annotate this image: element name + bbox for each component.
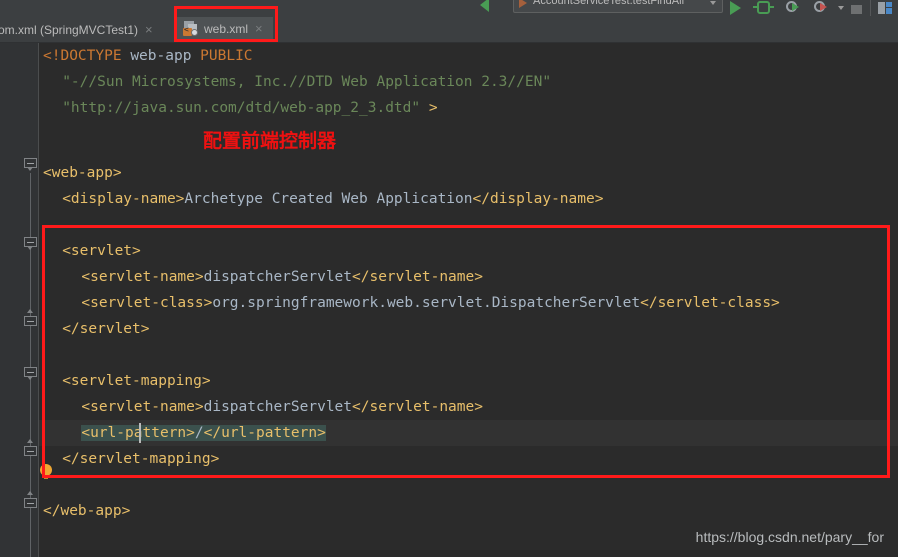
fold-collapse-icon[interactable] bbox=[24, 491, 37, 508]
editor-gutter[interactable] bbox=[0, 43, 38, 557]
code-token: </servlet> bbox=[62, 321, 150, 337]
code-line-text: <servlet-mapping> bbox=[39, 373, 211, 389]
code-line-text: <servlet> bbox=[39, 243, 141, 259]
code-line[interactable]: <servlet-name>dispatcherServlet</servlet… bbox=[39, 264, 898, 290]
code-token: </servlet-class> bbox=[640, 295, 780, 311]
code-token: <!DOCTYPE bbox=[43, 48, 131, 64]
code-line[interactable]: <!DOCTYPE web-app PUBLIC bbox=[39, 43, 898, 69]
code-line[interactable]: <web-app> bbox=[39, 160, 898, 186]
code-token: <servlet> bbox=[62, 243, 141, 259]
code-token: <servlet-name> bbox=[81, 269, 204, 285]
code-token: <web-app> bbox=[43, 165, 122, 181]
code-token: / bbox=[194, 425, 204, 441]
fold-collapse-icon[interactable] bbox=[24, 439, 37, 456]
code-token: dispatcherServlet bbox=[203, 269, 353, 285]
code-token: </servlet-mapping> bbox=[62, 451, 220, 467]
chevron-down-icon[interactable] bbox=[838, 6, 844, 10]
code-token: dispatcherServlet bbox=[203, 399, 353, 415]
code-token: "-//Sun Microsystems, Inc.//DTD Web Appl… bbox=[62, 74, 552, 90]
code-line[interactable]: <servlet-class>org.springframework.web.s… bbox=[39, 290, 898, 316]
code-line-text: <!DOCTYPE web-app PUBLIC bbox=[39, 48, 253, 64]
code-token: </display-name> bbox=[472, 191, 604, 207]
code-line[interactable]: <servlet-name>dispatcherServlet</servlet… bbox=[39, 394, 898, 420]
code-token: <servlet-name> bbox=[81, 399, 204, 415]
code-line[interactable]: </servlet> bbox=[39, 316, 898, 342]
code-token: <servlet-mapping> bbox=[62, 373, 211, 389]
editor-tab-bar: om.xml (SpringMVCTest1) × web.xml × bbox=[0, 17, 898, 43]
code-token: </servlet-name> bbox=[352, 269, 483, 285]
text-caret bbox=[139, 423, 141, 443]
code-line-text: <servlet-name>dispatcherServlet</servlet… bbox=[39, 269, 483, 285]
main-toolbar: AccountServiceTest.testFindAll bbox=[0, 0, 898, 18]
annotation-note-chinese: 配置前端控制器 bbox=[203, 130, 337, 152]
tab-pom-xml-label: om.xml (SpringMVCTest1) bbox=[0, 22, 139, 37]
code-line[interactable]: "-//Sun Microsystems, Inc.//DTD Web Appl… bbox=[39, 69, 898, 95]
code-token: </servlet-name> bbox=[352, 399, 483, 415]
code-line[interactable]: "http://java.sun.com/dtd/web-app_2_3.dtd… bbox=[39, 95, 898, 121]
code-token: web-app bbox=[130, 48, 201, 64]
code-line-text: <web-app> bbox=[39, 165, 122, 181]
code-line-text: <display-name>Archetype Created Web Appl… bbox=[39, 191, 603, 207]
code-line[interactable]: <servlet-mapping> bbox=[39, 368, 898, 394]
close-icon[interactable]: × bbox=[145, 23, 153, 36]
fold-collapse-icon[interactable] bbox=[24, 237, 37, 250]
layout-icon[interactable] bbox=[878, 2, 892, 14]
tab-pom-xml[interactable]: om.xml (SpringMVCTest1) × bbox=[0, 17, 159, 42]
back-arrow-icon[interactable] bbox=[480, 0, 489, 12]
code-token: org.springframework.web.servlet.Dispatch… bbox=[212, 295, 641, 311]
fold-collapse-icon[interactable] bbox=[24, 158, 37, 171]
run-with-coverage-icon[interactable] bbox=[786, 1, 799, 14]
code-line-text: <servlet-name>dispatcherServlet</servlet… bbox=[39, 399, 483, 415]
code-token: Archetype Created Web Application bbox=[184, 191, 473, 207]
code-line[interactable]: <url-pattern>/</url-pattern> bbox=[39, 420, 898, 446]
xml-file-icon bbox=[183, 21, 198, 36]
code-line[interactable]: </web-app> bbox=[39, 498, 898, 524]
code-editor[interactable]: <!DOCTYPE web-app PUBLIC "-//Sun Microsys… bbox=[0, 43, 898, 557]
code-token: </url-pattern> bbox=[203, 425, 326, 441]
code-token: <display-name> bbox=[62, 191, 185, 207]
profile-icon[interactable] bbox=[814, 1, 827, 14]
fold-collapse-icon[interactable] bbox=[24, 309, 37, 326]
code-token: "http://java.sun.com/dtd/web-app_2_3.dtd… bbox=[62, 100, 429, 116]
stop-icon[interactable] bbox=[851, 5, 862, 14]
code-line-text: </web-app> bbox=[39, 503, 130, 519]
code-token: <servlet-class> bbox=[81, 295, 213, 311]
code-token: > bbox=[428, 100, 438, 116]
code-line-text: <url-pattern>/</url-pattern> bbox=[39, 425, 326, 441]
toolbar-divider bbox=[870, 0, 871, 16]
code-token: </web-app> bbox=[43, 503, 131, 519]
run-icon[interactable] bbox=[730, 1, 741, 15]
code-line-text: "http://java.sun.com/dtd/web-app_2_3.dtd… bbox=[39, 100, 438, 116]
code-line[interactable]: </servlet-mapping> bbox=[39, 446, 898, 472]
chevron-down-icon[interactable] bbox=[710, 1, 716, 5]
run-configuration-label: AccountServiceTest.testFindAll bbox=[533, 0, 685, 7]
code-content[interactable]: <!DOCTYPE web-app PUBLIC "-//Sun Microsys… bbox=[39, 43, 898, 557]
code-token: PUBLIC bbox=[200, 48, 253, 64]
run-configuration-selector[interactable]: AccountServiceTest.testFindAll bbox=[513, 0, 723, 13]
tab-web-xml-label: web.xml bbox=[204, 21, 249, 36]
code-line-text: </servlet-mapping> bbox=[39, 451, 219, 467]
debug-icon[interactable] bbox=[753, 1, 774, 14]
code-line-text: "-//Sun Microsystems, Inc.//DTD Web Appl… bbox=[39, 74, 551, 90]
watermark-url: https://blog.csdn.net/pary__for bbox=[695, 529, 884, 545]
close-icon[interactable]: × bbox=[255, 22, 263, 35]
code-line[interactable]: <display-name>Archetype Created Web Appl… bbox=[39, 186, 898, 212]
fold-collapse-icon[interactable] bbox=[24, 367, 37, 380]
code-line[interactable]: <servlet> bbox=[39, 238, 898, 264]
code-line-text: </servlet> bbox=[39, 321, 150, 337]
code-line-text: <servlet-class>org.springframework.web.s… bbox=[39, 295, 780, 311]
run-config-icon bbox=[519, 0, 527, 8]
intellij-editor-window: AccountServiceTest.testFindAll om.xml (S… bbox=[0, 0, 898, 557]
tab-web-xml[interactable]: web.xml × bbox=[175, 17, 273, 42]
